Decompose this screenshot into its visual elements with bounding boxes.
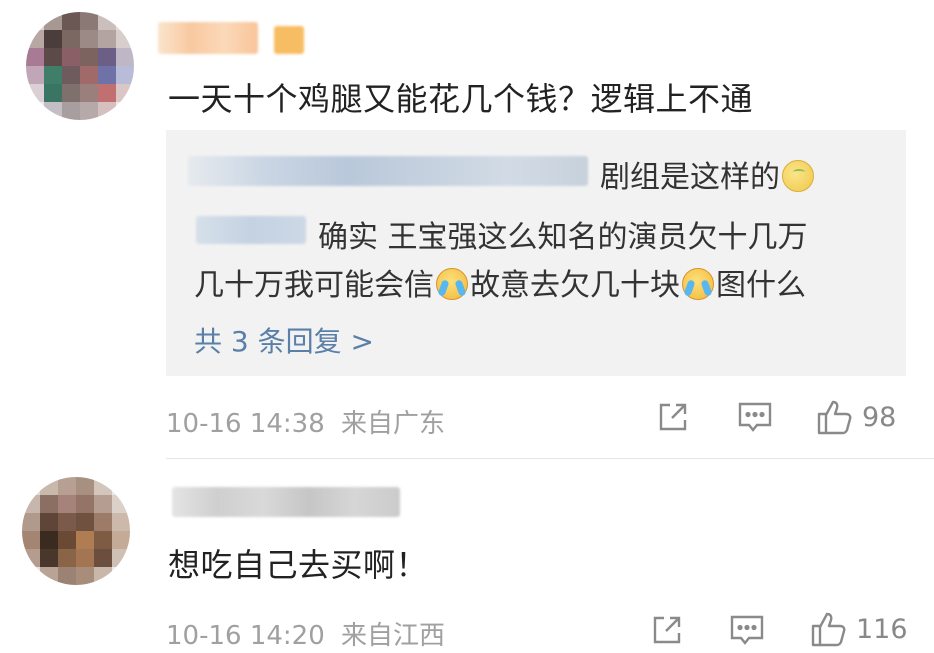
avatar[interactable] [26, 12, 134, 120]
share-icon [653, 616, 681, 644]
laugh-cry-emoji-icon [682, 268, 714, 300]
reply-text-content: 几十万我可能会信 [194, 268, 434, 303]
comment-icon [730, 615, 764, 645]
share-button[interactable] [650, 613, 684, 647]
reply-text-content: 图什么 [716, 268, 806, 303]
badge-redacted [274, 26, 304, 54]
smile-emoji-icon [782, 160, 814, 192]
reply-text-content: 剧组是这样的 [600, 160, 780, 195]
reply-text: 确实 王宝强这么知名的演员欠十几万 [318, 220, 808, 255]
laugh-cry-emoji-icon [436, 268, 468, 300]
reply-text: 几十万我可能会信 故意去欠几十块 图什么 [194, 260, 806, 304]
like-count: 98 [862, 401, 897, 433]
comment-button[interactable] [737, 400, 773, 434]
username-redacted[interactable] [158, 22, 258, 54]
location: 来自江西 [341, 621, 446, 651]
reply-text: 剧组是这样的 [600, 152, 816, 196]
reply-username-redacted [188, 156, 588, 186]
reply-preview[interactable]: 剧组是这样的 确实 王宝强这么知名的演员欠十几万 几十万我可能会信 故意去欠几十块… [166, 130, 906, 376]
comment-meta: 10-16 14:20 来自江西 [166, 615, 445, 652]
comment-text: 想吃自己去买啊！ [168, 546, 429, 584]
more-replies-link[interactable]: 共 3 条回复 > [194, 320, 374, 360]
timestamp: 10-16 14:20 [166, 621, 325, 651]
reply-username-redacted [196, 216, 306, 244]
timestamp: 10-16 14:38 [166, 409, 325, 439]
like-count: 116 [856, 613, 908, 645]
like-button[interactable]: 116 [810, 610, 908, 648]
comment-icon [738, 402, 772, 432]
like-icon [811, 612, 846, 647]
comment-text: 一天十个鸡腿又能花几个钱？逻辑上不通 [168, 80, 754, 118]
share-icon [659, 403, 687, 431]
username-redacted[interactable] [172, 487, 400, 517]
comment-item: 一天十个鸡腿又能花几个钱？逻辑上不通 剧组是这样的 确实 王宝强这么知名的演员欠… [0, 0, 934, 458]
comment-button[interactable] [729, 613, 765, 647]
like-icon [817, 400, 852, 435]
reply-text-content: 故意去欠几十块 [470, 268, 680, 303]
divider [166, 458, 934, 459]
share-button[interactable] [656, 400, 690, 434]
like-button[interactable]: 98 [816, 398, 896, 436]
comment-meta: 10-16 14:38 来自广东 [166, 403, 445, 440]
avatar[interactable] [22, 477, 130, 585]
location: 来自广东 [341, 409, 446, 439]
